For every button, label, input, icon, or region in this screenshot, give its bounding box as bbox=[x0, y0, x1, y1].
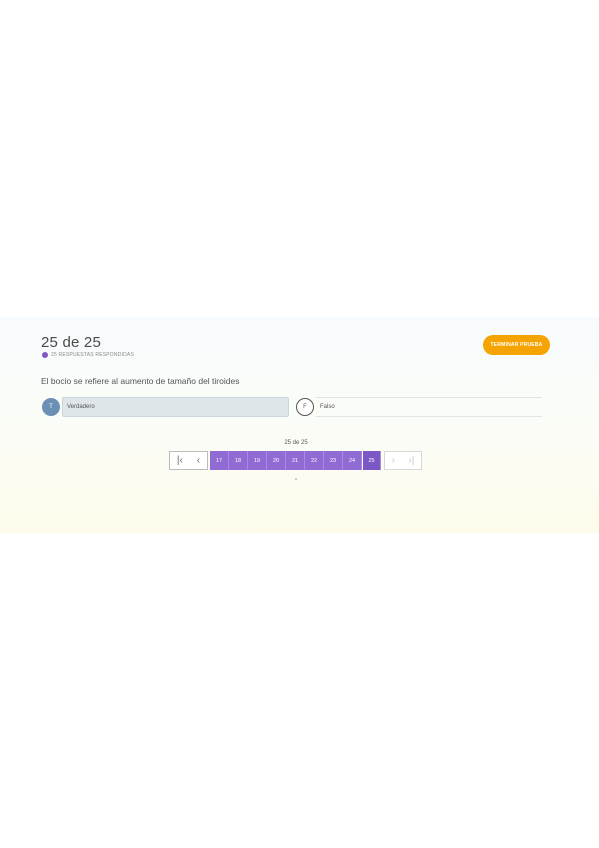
page-button-24[interactable]: 24 bbox=[343, 451, 362, 470]
option-true-letter[interactable]: T bbox=[42, 398, 60, 416]
option-false-letter[interactable]: F bbox=[296, 398, 314, 416]
answered-status: 25 RESPUESTAS RESPONDIDAS bbox=[42, 351, 134, 359]
option-false[interactable]: Falso bbox=[316, 397, 542, 417]
page-button-25[interactable]: 25 bbox=[362, 451, 381, 470]
next-page-icon[interactable]: › bbox=[392, 455, 395, 466]
pager-forward-controls: › ›| bbox=[384, 451, 422, 470]
option-true[interactable]: Verdadero bbox=[62, 397, 289, 417]
finish-test-button[interactable]: TERMINAR PRUEBA bbox=[483, 335, 550, 355]
page-button-23[interactable]: 23 bbox=[324, 451, 343, 470]
status-text: 25 RESPUESTAS RESPONDIDAS bbox=[51, 352, 134, 358]
first-page-icon[interactable]: |‹ bbox=[177, 455, 183, 466]
previous-page-icon[interactable]: ‹ bbox=[197, 455, 200, 466]
page-button-19[interactable]: 19 bbox=[248, 451, 267, 470]
page-button-18[interactable]: 18 bbox=[229, 451, 248, 470]
pager-back-controls: |‹ ‹ bbox=[169, 451, 208, 470]
decorative-dot bbox=[295, 478, 297, 480]
option-true-label: Verdadero bbox=[67, 404, 95, 410]
page-number-list: 17 18 19 20 21 22 23 24 25 bbox=[210, 451, 381, 470]
page-button-22[interactable]: 22 bbox=[305, 451, 324, 470]
status-dot-icon bbox=[42, 352, 48, 358]
page-button-21[interactable]: 21 bbox=[286, 451, 305, 470]
page-button-17[interactable]: 17 bbox=[210, 451, 229, 470]
question-counter: 25 de 25 bbox=[41, 334, 101, 351]
question-text: El bocio se refiere al aumento de tamaño… bbox=[41, 376, 240, 386]
page-indicator: 25 de 25 bbox=[284, 440, 308, 446]
last-page-icon[interactable]: ›| bbox=[408, 455, 414, 466]
option-false-label: Falso bbox=[320, 404, 335, 410]
page-button-20[interactable]: 20 bbox=[267, 451, 286, 470]
